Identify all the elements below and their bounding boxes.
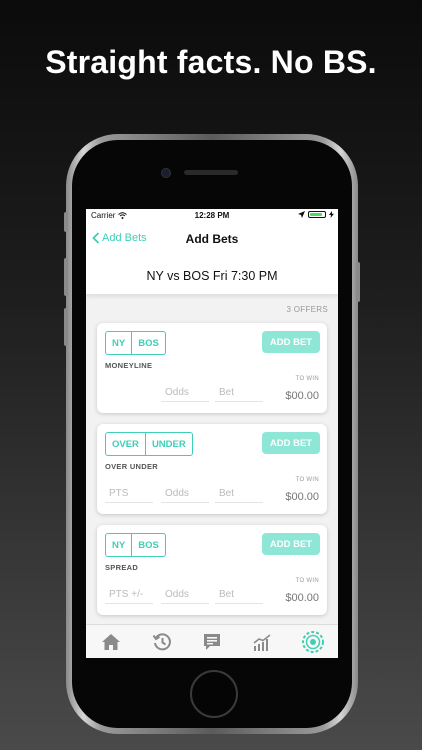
nav-title: Add Bets — [185, 232, 239, 246]
to-win-value: $00.00 — [285, 390, 319, 402]
tab-history[interactable] — [150, 630, 174, 654]
odds-field[interactable]: Odds — [161, 586, 209, 604]
bet-field[interactable]: Bet — [215, 384, 263, 402]
tab-messages[interactable] — [200, 630, 224, 654]
tab-stats[interactable] — [250, 630, 274, 654]
front-camera — [161, 168, 171, 178]
tab-bar — [86, 624, 338, 658]
tab-bets[interactable] — [301, 630, 325, 654]
bet-card-moneyline: NY BOS ADD BET MONEYLINE Odds Bet TO WIN… — [97, 323, 327, 413]
home-icon — [102, 633, 121, 650]
navigation-bar: Add Bets Add Bets — [86, 223, 338, 257]
to-win-value: $00.00 — [285, 592, 319, 604]
mute-switch — [64, 212, 68, 232]
phone-screen: Carrier 12:28 PM Add Bets Add Bets NY vs… — [86, 209, 338, 658]
option-ny[interactable]: NY — [106, 332, 131, 354]
pts-field[interactable]: PTS — [105, 485, 153, 503]
bet-type-label: SPREAD — [105, 563, 139, 572]
volume-down-button — [64, 308, 68, 346]
add-bet-button[interactable]: ADD BET — [262, 432, 320, 454]
add-bet-button[interactable]: ADD BET — [262, 533, 320, 555]
status-right — [298, 211, 334, 218]
option-bos[interactable]: BOS — [131, 332, 165, 354]
to-win-value: $00.00 — [285, 491, 319, 503]
poker-chip-icon — [301, 630, 324, 653]
team-selector: NY BOS — [105, 331, 166, 355]
power-button — [356, 262, 360, 302]
odds-field[interactable]: Odds — [161, 384, 209, 402]
battery-level — [310, 213, 322, 216]
odds-field[interactable]: Odds — [161, 485, 209, 503]
headline: Straight facts. No BS. — [45, 44, 377, 80]
option-bos[interactable]: BOS — [131, 534, 165, 556]
volume-up-button — [64, 258, 68, 296]
offers-count: 3 OFFERS — [286, 305, 328, 314]
game-header: NY vs BOS Fri 7:30 PM — [86, 257, 338, 295]
over-under-selector: OVER UNDER — [105, 432, 193, 456]
chart-icon — [253, 633, 271, 651]
pts-field[interactable]: PTS +/- — [105, 586, 153, 604]
to-win-label: TO WIN — [295, 477, 319, 483]
bet-card-spread: NY BOS ADD BET SPREAD PTS +/- Odds Bet T… — [97, 525, 327, 615]
option-ny[interactable]: NY — [106, 534, 131, 556]
add-bet-button[interactable]: ADD BET — [262, 331, 320, 353]
to-win-label: TO WIN — [295, 376, 319, 382]
bet-card-over-under: OVER UNDER ADD BET OVER UNDER PTS Odds B… — [97, 424, 327, 514]
bet-type-label: OVER UNDER — [105, 462, 159, 471]
option-over[interactable]: OVER — [106, 433, 145, 455]
to-win-label: TO WIN — [295, 578, 319, 584]
game-title: NY vs BOS Fri 7:30 PM — [146, 268, 278, 283]
option-under[interactable]: UNDER — [144, 433, 192, 455]
bet-field[interactable]: Bet — [215, 485, 263, 503]
team-selector: NY BOS — [105, 533, 166, 557]
location-arrow-icon — [298, 211, 305, 218]
battery-icon — [308, 211, 326, 218]
charging-icon — [329, 211, 334, 218]
history-icon — [152, 632, 171, 650]
earpiece-speaker — [184, 170, 238, 175]
bet-field[interactable]: Bet — [215, 586, 263, 604]
tab-home[interactable] — [99, 630, 123, 654]
status-bar: Carrier 12:28 PM — [86, 209, 338, 223]
home-button[interactable] — [190, 670, 238, 718]
message-icon — [203, 633, 220, 650]
bet-type-label: MONEYLINE — [105, 361, 153, 370]
